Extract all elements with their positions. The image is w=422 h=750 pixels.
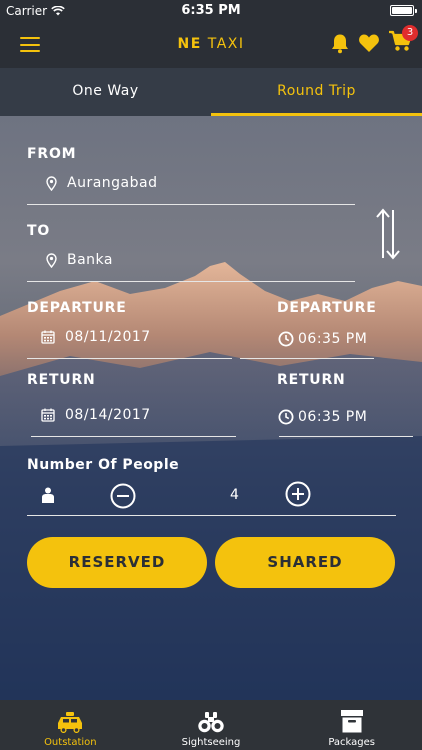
return-time-label: RETURN <box>277 372 346 388</box>
bell-icon[interactable] <box>330 33 350 54</box>
nav-actions: 3 <box>330 25 418 56</box>
swap-locations-icon[interactable] <box>375 208 401 260</box>
location-pin-icon <box>46 175 57 191</box>
tab-one-way[interactable]: One Way <box>0 68 211 116</box>
return-time-field[interactable]: 06:35 PM <box>278 409 367 425</box>
departure-date-field[interactable]: 08/11/2017 <box>41 329 151 345</box>
app-title-bold: NE <box>177 36 202 52</box>
from-underline <box>27 204 355 205</box>
return-date-value: 08/14/2017 <box>65 407 151 423</box>
bottom-tab-bar: Outstation Sightseeing Packages <box>0 700 422 750</box>
from-value: Aurangabad <box>67 175 158 191</box>
bottom-tab-outstation[interactable]: Outstation <box>0 700 141 750</box>
calendar-icon <box>41 330 55 344</box>
bottom-tab-label: Packages <box>328 737 376 748</box>
nav-bar: NE TAXI 3 <box>0 22 422 68</box>
heart-icon[interactable] <box>358 33 380 53</box>
bottom-tab-label: Sightseeing <box>181 737 241 748</box>
clock-icon <box>278 331 294 347</box>
to-underline <box>27 281 355 282</box>
bottom-tab-packages[interactable]: Packages <box>281 700 422 750</box>
clock-icon <box>278 409 294 425</box>
departure-time-value: 06:35 PM <box>298 331 368 347</box>
return-date-underline <box>31 436 236 437</box>
cart-button[interactable]: 3 <box>388 25 418 56</box>
app-title-rest: TAXI <box>207 36 245 52</box>
bottom-tab-sightseeing[interactable]: Sightseeing <box>141 700 282 750</box>
shared-button[interactable]: SHARED <box>215 537 395 588</box>
people-stepper: 4 <box>26 478 396 518</box>
people-label: Number Of People <box>27 457 180 473</box>
from-label: FROM <box>27 146 77 162</box>
departure-date-underline <box>27 358 232 359</box>
departure-time-field[interactable]: 06:35 PM <box>278 331 367 347</box>
to-value: Banka <box>67 252 113 268</box>
binoculars-icon <box>198 712 224 733</box>
departure-time-label: DEPARTURE <box>277 300 377 316</box>
from-field[interactable]: Aurangabad <box>46 175 157 191</box>
plus-circle-icon[interactable] <box>285 481 311 507</box>
calendar-icon <box>41 408 55 422</box>
departure-date-value: 08/11/2017 <box>65 329 151 345</box>
archive-box-icon <box>340 710 363 733</box>
trip-type-tabs: One Way Round Trip <box>0 68 422 116</box>
minus-circle-icon[interactable] <box>110 483 136 509</box>
tab-round-trip[interactable]: Round Trip <box>211 68 422 116</box>
battery-icon <box>390 5 417 16</box>
return-date-label: RETURN <box>27 372 96 388</box>
people-count: 4 <box>230 487 239 503</box>
person-icon <box>42 487 54 503</box>
departure-date-label: DEPARTURE <box>27 300 127 316</box>
to-field[interactable]: Banka <box>46 252 113 268</box>
to-label: TO <box>27 223 51 239</box>
taxi-icon <box>58 712 83 733</box>
people-underline <box>27 515 396 516</box>
location-pin-icon <box>46 252 57 268</box>
bottom-tab-label: Outstation <box>44 737 97 748</box>
clock: 6:35 PM <box>181 3 241 18</box>
reserved-button[interactable]: RESERVED <box>27 537 207 588</box>
status-bar: Carrier 6:35 PM <box>0 0 422 22</box>
cart-count-badge: 3 <box>402 25 418 41</box>
return-time-underline <box>279 436 413 437</box>
return-date-field[interactable]: 08/14/2017 <box>41 407 151 423</box>
return-time-value: 06:35 PM <box>298 409 368 425</box>
departure-time-underline <box>240 358 374 359</box>
